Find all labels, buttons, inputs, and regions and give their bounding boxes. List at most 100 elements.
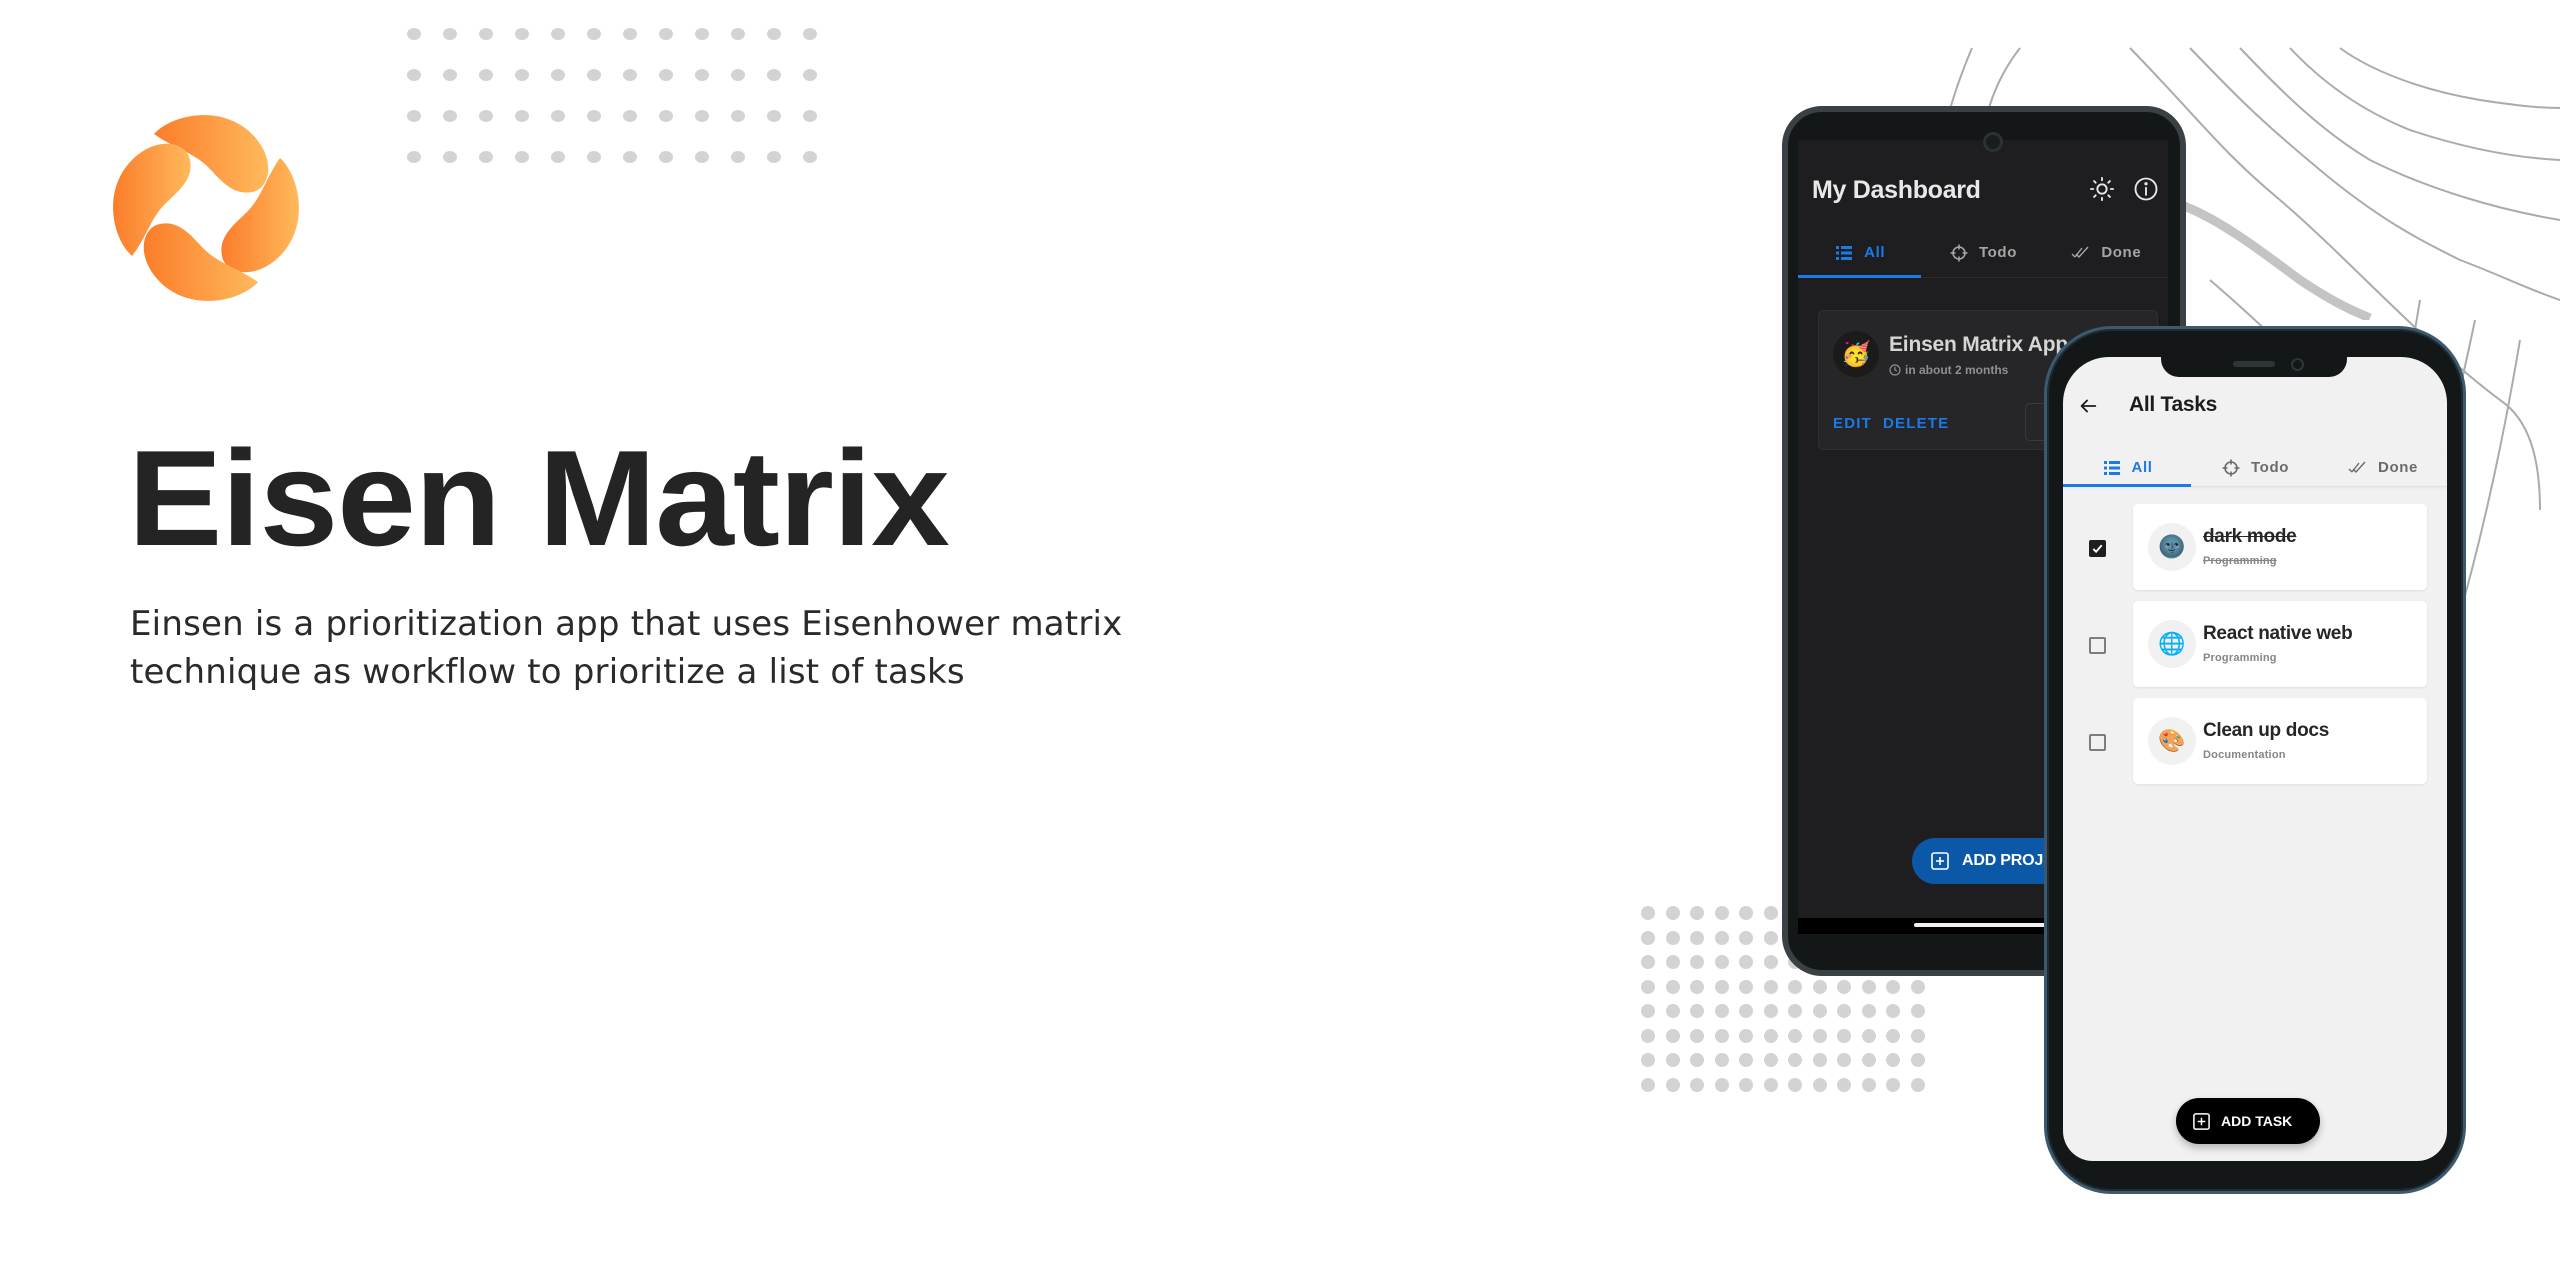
add-task-button[interactable]: ADD TASK — [2176, 1098, 2320, 1144]
sun-icon[interactable] — [2088, 175, 2116, 203]
project-due-text: in about 2 months — [1905, 363, 2009, 377]
decorative-dot — [587, 151, 601, 163]
decorative-dot — [407, 151, 421, 163]
delete-button[interactable]: DELETE — [1883, 415, 1949, 432]
task-card[interactable]: 🌐 React native web Programming — [2133, 601, 2427, 687]
decorative-dot — [695, 110, 709, 122]
tab-all[interactable]: All — [2063, 449, 2191, 487]
decorative-dot — [1714, 906, 1729, 920]
decorative-dot — [767, 110, 781, 122]
edit-button[interactable]: EDIT — [1833, 415, 1872, 432]
decorative-dot — [1788, 979, 1802, 994]
decorative-dot — [1910, 1077, 1925, 1092]
tab-done[interactable]: Done — [2045, 228, 2168, 277]
decorative-dot — [1739, 1004, 1753, 1018]
decorative-dot — [407, 28, 421, 40]
decorative-dot — [731, 28, 745, 40]
decorative-dot — [1690, 979, 1704, 994]
decorative-dot — [515, 110, 529, 122]
front-camera — [2291, 358, 2304, 371]
tab-todo[interactable]: Todo — [2191, 449, 2319, 486]
decorative-dot — [1739, 1053, 1753, 1067]
decorative-dot — [1690, 1028, 1704, 1043]
decorative-dot — [1763, 1077, 1778, 1092]
task-card[interactable]: 🎨 Clean up docs Documentation — [2133, 698, 2427, 784]
task-title: React native web — [2203, 623, 2353, 644]
tab-all[interactable]: All — [1798, 228, 1922, 278]
decorative-dot — [803, 69, 817, 81]
decorative-dot — [1665, 955, 1680, 969]
tab-label: All — [1864, 244, 1886, 261]
decorative-dot — [803, 151, 817, 163]
task-card[interactable]: 🌚 dark mode Programming — [2133, 504, 2427, 590]
decorative-dot — [623, 69, 637, 81]
decorative-dot — [623, 151, 637, 163]
decorative-dot — [623, 28, 637, 40]
decorative-dot — [1788, 1053, 1802, 1067]
decorative-dot — [1910, 1028, 1925, 1043]
decorative-dot — [1886, 1004, 1900, 1018]
list-icon — [2103, 460, 2120, 475]
decorative-dot — [1641, 955, 1655, 969]
decorative-dot — [1812, 1004, 1827, 1018]
decorative-dot — [443, 28, 457, 40]
task-row: 🌚 dark mode Programming — [2063, 504, 2447, 590]
front-camera — [1983, 132, 2003, 152]
decorative-dot — [1837, 979, 1851, 994]
decorative-dot — [1665, 1028, 1680, 1043]
decorative-dot — [767, 28, 781, 40]
decorative-dot — [1861, 979, 1876, 994]
tab-bar: All Todo Done — [1798, 228, 2168, 278]
decorative-dot — [515, 151, 529, 163]
hero-description: Einsen is a prioritization app that uses… — [130, 600, 1230, 696]
decorative-dot — [1665, 906, 1680, 920]
task-row: 🎨 Clean up docs Documentation — [2063, 698, 2447, 784]
decorative-dot — [1861, 1053, 1876, 1067]
tab-label: All — [2131, 459, 2153, 476]
decorative-dot — [1788, 1004, 1802, 1018]
task-checkbox[interactable] — [2089, 637, 2106, 654]
decorative-dot — [551, 28, 565, 40]
decorative-dot — [1714, 955, 1729, 969]
task-category: Documentation — [2203, 749, 2286, 761]
decorative-dot — [731, 69, 745, 81]
app-header: My Dashboard — [1798, 140, 2168, 220]
decorative-dot — [1665, 930, 1680, 945]
decorative-dot — [1910, 979, 1925, 994]
hero-description-line: technique as workflow to prioritize a li… — [130, 652, 965, 692]
screen-title: My Dashboard — [1812, 176, 1981, 204]
decorative-dot — [1641, 1077, 1655, 1092]
check-icon — [2092, 544, 2103, 554]
tab-bar: All Todo Done — [2063, 449, 2447, 487]
tab-label: Done — [2101, 244, 2142, 261]
decorative-dot — [731, 151, 745, 163]
tab-todo[interactable]: Todo — [1921, 228, 2044, 277]
task-title: dark mode — [2203, 526, 2297, 547]
arrow-left-icon[interactable] — [2077, 395, 2099, 417]
decorative-dot — [1690, 1004, 1704, 1018]
decorative-dot — [443, 110, 457, 122]
decorative-dot — [623, 110, 637, 122]
decorative-dot — [1690, 930, 1704, 945]
crosshair-icon — [2222, 459, 2240, 476]
decorative-dot — [1886, 979, 1900, 994]
task-checkbox[interactable] — [2089, 540, 2106, 557]
decorative-dot — [1714, 1077, 1729, 1092]
decorative-dot — [767, 69, 781, 81]
decorative-dot — [1763, 906, 1778, 920]
decorative-dot — [659, 69, 673, 81]
tab-done[interactable]: Done — [2319, 449, 2447, 486]
task-checkbox[interactable] — [2089, 734, 2106, 751]
decorative-dot — [695, 69, 709, 81]
decorative-dot — [1665, 1053, 1680, 1067]
speaker-grille — [2233, 361, 2275, 367]
decorative-dot — [1861, 1028, 1876, 1043]
task-emoji-avatar: 🌚 — [2148, 523, 2196, 571]
decorative-dot — [1763, 1053, 1778, 1067]
decorative-dot — [479, 151, 493, 163]
decorative-dot — [1641, 1028, 1655, 1043]
info-icon[interactable] — [2132, 175, 2160, 203]
phone-notch — [2161, 357, 2347, 377]
decorative-dot — [551, 151, 565, 163]
project-emoji-avatar: 🥳 — [1833, 331, 1879, 377]
